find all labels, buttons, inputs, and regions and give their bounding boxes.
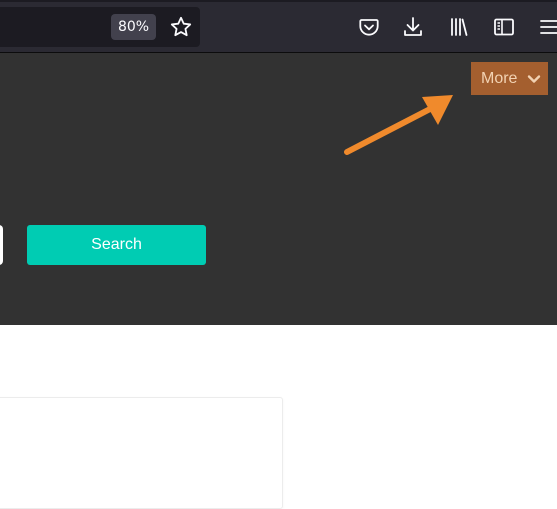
download-icon[interactable]: [401, 15, 425, 39]
search-input[interactable]: [0, 225, 3, 265]
toolbar-top-border: [0, 0, 557, 2]
menu-icon[interactable]: [538, 15, 557, 39]
sidebar-icon[interactable]: [492, 15, 516, 39]
library-icon[interactable]: [447, 15, 471, 39]
star-icon[interactable]: [169, 15, 193, 39]
browser-toolbar: 80%: [0, 0, 557, 53]
search-button[interactable]: Search: [27, 225, 206, 265]
zoom-level-badge[interactable]: 80%: [111, 14, 156, 40]
chevron-down-icon: [527, 72, 541, 86]
pocket-icon[interactable]: [357, 15, 381, 39]
content-card: [0, 397, 283, 509]
hero-section: More Search: [0, 53, 557, 325]
more-label: More: [481, 69, 518, 87]
more-dropdown-button[interactable]: More: [471, 62, 548, 95]
annotation-arrow-icon: [340, 88, 470, 163]
